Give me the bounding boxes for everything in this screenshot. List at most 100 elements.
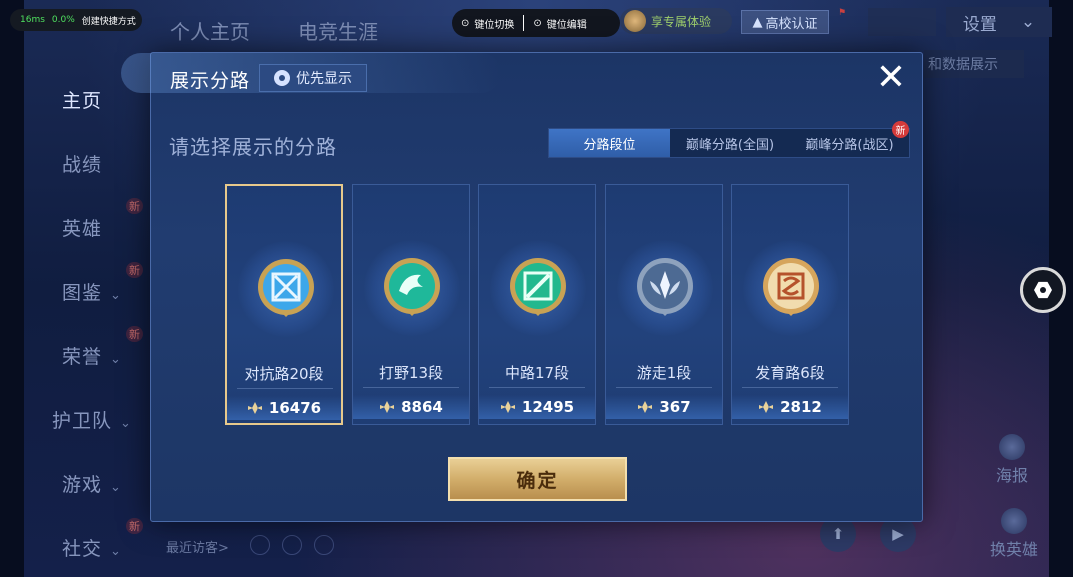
key-switch-button[interactable]: ⊙ 键位切换 bbox=[452, 16, 523, 31]
poster-button[interactable]: 海报 bbox=[996, 434, 1028, 486]
sidebar-item-heroes[interactable]: 英雄 bbox=[62, 214, 102, 241]
sidebar-item-label: 护卫队 bbox=[52, 410, 113, 432]
swap-hero-label: 换英雄 bbox=[990, 540, 1039, 559]
create-shortcut-link[interactable]: 创建快捷方式 bbox=[82, 14, 136, 27]
lane-name: 游走1段 bbox=[636, 364, 692, 382]
arrow-up-icon: ⬆ bbox=[831, 525, 845, 543]
chevron-down-icon: ⌄ bbox=[110, 480, 122, 495]
mid-lane-emblem-icon bbox=[510, 258, 566, 316]
sidebar-item-honor[interactable]: 荣誉 ⌄ bbox=[62, 342, 122, 369]
tab-peak-lane-region[interactable]: 巅峰分路(战区) 新 bbox=[790, 121, 909, 157]
sidebar-item-label: 游戏 bbox=[62, 474, 103, 496]
key-edit-label: 键位编辑 bbox=[546, 19, 587, 31]
farm-lane-emblem-icon bbox=[763, 258, 819, 316]
priority-display-label: 优先显示 bbox=[296, 71, 352, 87]
settings-label: 设置 bbox=[962, 14, 997, 35]
card-divider bbox=[616, 387, 712, 388]
key-edit-button[interactable]: ⊙ 键位编辑 bbox=[524, 16, 595, 31]
swap-hero-button[interactable]: 换英雄 bbox=[990, 508, 1038, 560]
sidebar-item-social[interactable]: 社交 ⌄ bbox=[62, 534, 122, 561]
new-badge: 新 bbox=[126, 518, 143, 534]
lane-score: 2812 bbox=[780, 398, 822, 416]
loss-value: 0.0% bbox=[51, 15, 75, 25]
chevron-down-icon: ⌄ bbox=[120, 416, 132, 431]
left-letterbox bbox=[0, 0, 24, 577]
lane-card-list: 对抗路20段 16476 打野13段 8864 中路17段 12495 游走1段… bbox=[225, 184, 851, 427]
chevron-down-icon: ⌄ bbox=[1020, 12, 1036, 32]
lane-card-farm[interactable]: 发育路6段 2812 bbox=[731, 184, 849, 425]
card-divider bbox=[363, 387, 459, 388]
jungle-emblem-icon bbox=[384, 258, 440, 316]
performance-overlay: 16ms 0.0% 创建快捷方式 bbox=[10, 9, 142, 31]
sidebar-item-codex[interactable]: 图鉴 ⌄ bbox=[62, 278, 122, 305]
power-icon bbox=[500, 401, 515, 413]
gamepad-icon: ⊙ bbox=[533, 17, 542, 29]
roam-emblem-icon bbox=[637, 258, 693, 316]
priority-display-button[interactable]: 优先显示 bbox=[259, 64, 367, 92]
lane-name: 中路17段 bbox=[504, 364, 570, 382]
lane-score-row: 367 bbox=[606, 395, 722, 419]
lane-card-mid[interactable]: 中路17段 12495 bbox=[478, 184, 596, 425]
power-icon bbox=[247, 402, 262, 414]
campus-cert-button[interactable]: ▲ 高校认证 bbox=[741, 10, 829, 34]
sidebar-item-label: 图鉴 bbox=[62, 282, 103, 304]
sidebar-item-label: 主页 bbox=[62, 90, 103, 112]
vip-experience-chip[interactable]: 享专属体验 bbox=[620, 8, 732, 34]
power-icon bbox=[638, 401, 653, 413]
new-badge: 新 bbox=[126, 198, 143, 214]
tab-peak-lane-national[interactable]: 巅峰分路(全国) bbox=[670, 129, 790, 157]
confirm-button[interactable]: 确定 bbox=[448, 457, 627, 501]
tab-label: 巅峰分路(战区) bbox=[805, 137, 894, 153]
tab-lane-rank[interactable]: 分路段位 bbox=[549, 129, 670, 157]
sidebar-item-home[interactable]: 主页 bbox=[62, 86, 102, 113]
gear-icon bbox=[274, 70, 290, 86]
lane-score: 367 bbox=[659, 398, 691, 416]
visitor-avatar[interactable] bbox=[250, 535, 270, 555]
tab-esports-career[interactable]: 电竞生涯 bbox=[298, 16, 378, 45]
lane-select-prompt: 请选择展示的分路 bbox=[169, 135, 337, 159]
close-button[interactable]: ✕ bbox=[872, 59, 910, 97]
card-divider bbox=[742, 387, 838, 388]
lane-card-clash[interactable]: 对抗路20段 16476 bbox=[225, 184, 343, 425]
sidebar-item-label: 战绩 bbox=[62, 154, 103, 176]
sidebar-item-records[interactable]: 战绩 bbox=[62, 150, 102, 177]
lane-card-jungle[interactable]: 打野13段 8864 bbox=[352, 184, 470, 425]
sidebar-item-label: 社交 bbox=[62, 538, 103, 560]
vip-label: 享专属体验 bbox=[651, 14, 712, 29]
chevron-down-icon: ⌄ bbox=[110, 352, 122, 367]
data-display-button[interactable]: 和数据展示 bbox=[924, 50, 1024, 78]
sidebar-item-games[interactable]: 游戏 ⌄ bbox=[62, 470, 122, 497]
card-divider bbox=[489, 387, 585, 388]
clash-lane-emblem-icon bbox=[258, 259, 314, 317]
hexagon-icon bbox=[1034, 281, 1052, 299]
sidebar-item-label: 荣誉 bbox=[62, 346, 103, 368]
ping-value: 16ms bbox=[20, 15, 45, 25]
chevron-down-icon: ⌄ bbox=[110, 544, 122, 559]
floating-assistant-button[interactable] bbox=[1020, 267, 1066, 313]
lane-score-row: 12495 bbox=[479, 395, 595, 419]
gamepad-icon: ⊙ bbox=[461, 17, 470, 29]
dialog-title: 展示分路 bbox=[170, 70, 251, 92]
power-icon bbox=[759, 401, 774, 413]
sidebar-item-guard-team[interactable]: 护卫队 ⌄ bbox=[52, 406, 132, 433]
tab-profile-home[interactable]: 个人主页 bbox=[170, 16, 250, 45]
cert-label: 高校认证 bbox=[765, 16, 818, 32]
settings-button[interactable]: 设置 ⌄ bbox=[946, 7, 1052, 37]
hero-icon bbox=[1001, 508, 1027, 534]
lane-score-row: 8864 bbox=[353, 395, 469, 419]
chevron-down-icon: ⌄ bbox=[110, 288, 122, 303]
lane-score: 16476 bbox=[268, 399, 322, 417]
lane-name: 打野13段 bbox=[378, 364, 444, 382]
lane-card-roam[interactable]: 游走1段 367 bbox=[605, 184, 723, 425]
header-info-panel bbox=[868, 8, 936, 36]
visitor-avatar[interactable] bbox=[282, 535, 302, 555]
poster-icon bbox=[999, 434, 1025, 460]
vip-badge-icon: ⚑ bbox=[838, 8, 847, 18]
play-icon: ▶ bbox=[892, 525, 904, 543]
new-badge: 新 bbox=[892, 121, 909, 138]
visitor-avatar[interactable] bbox=[314, 535, 334, 555]
recent-visitors-link[interactable]: 最近访客> bbox=[166, 537, 229, 556]
mountain-icon: ▲ bbox=[752, 14, 763, 30]
lane-score: 8864 bbox=[401, 398, 443, 416]
lane-score-row: 2812 bbox=[732, 395, 848, 419]
